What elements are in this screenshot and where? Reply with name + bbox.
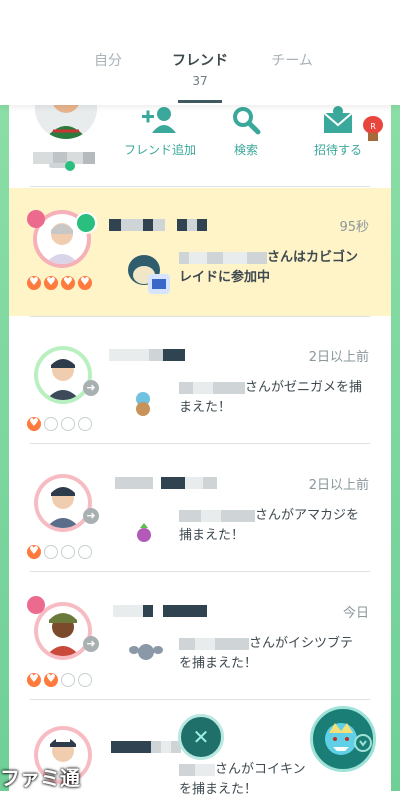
friendship-hearts <box>27 544 95 563</box>
add-friend-icon <box>142 107 176 133</box>
search-icon <box>233 107 261 135</box>
friend-toolbar: フレンド追加 検索 招待する R <box>9 95 391 185</box>
close-button[interactable]: ✕ <box>178 714 224 760</box>
friendship-hearts <box>27 672 95 691</box>
send-gift-icon[interactable]: ➜ <box>83 636 99 652</box>
snorlax-raid-icon <box>124 248 170 294</box>
active-tab-indicator <box>178 100 222 103</box>
add-friend-label: フレンド追加 <box>123 143 196 157</box>
friend-row[interactable]: ➜ 2日以上前 さんがゼニガメを捕まえた！ <box>9 318 391 446</box>
activity-message: さんがゼニガメを捕まえた！ <box>179 380 363 415</box>
last-active-time: 今日 <box>342 606 369 621</box>
divider <box>30 443 370 444</box>
divider <box>30 186 370 187</box>
squirtle-icon <box>129 390 173 434</box>
gyarados-icon <box>325 723 372 755</box>
search-button[interactable]: 検索 <box>201 105 291 158</box>
activity-message: さんがアマカジを捕まえた！ <box>179 508 360 543</box>
friendship-hearts <box>27 416 95 435</box>
watermark-logo: ファミ通 <box>0 766 80 790</box>
geodude-icon <box>129 638 173 682</box>
send-gift-icon[interactable]: ➜ <box>83 508 99 524</box>
friend-row[interactable]: ➜ 2日以上前 さんがアマカジを捕まえた！ <box>9 446 391 574</box>
right-frame <box>391 0 400 791</box>
friend-count: 37 <box>192 74 208 88</box>
friend-name <box>113 600 207 619</box>
last-active-time: 95秒 <box>339 220 369 235</box>
search-label: 検索 <box>233 143 258 157</box>
header: 自分 フレンド 37 チーム <box>0 0 400 105</box>
tab-self[interactable]: 自分 <box>58 50 158 70</box>
bounsweet-icon <box>133 522 177 566</box>
team-badge-icon <box>27 210 45 228</box>
svg-text:R: R <box>370 122 376 131</box>
tab-team[interactable]: チーム <box>242 50 342 70</box>
friend-name <box>111 736 181 755</box>
invite-mail-icon <box>323 106 353 133</box>
left-frame <box>0 0 9 791</box>
friend-name <box>109 214 207 233</box>
tab-friends[interactable]: フレンド <box>150 50 250 70</box>
friend-avatar <box>34 346 92 404</box>
friendship-hearts <box>27 275 95 294</box>
divider <box>30 571 370 572</box>
friend-name <box>115 472 217 491</box>
friend-row[interactable]: ➜ 今日 さんがイシツブテを捕まえた！ <box>9 574 391 702</box>
online-indicator <box>65 161 75 171</box>
last-active-time: 2日以上前 <box>308 478 369 493</box>
divider <box>30 316 370 317</box>
add-friend-button[interactable]: フレンド追加 <box>115 105 205 158</box>
nearby-pokemon-button[interactable] <box>310 706 376 772</box>
divider <box>30 699 370 700</box>
send-gift-icon[interactable]: ➜ <box>83 380 99 396</box>
activity-message: さんはカビゴンレイドに参加中 <box>179 250 359 285</box>
team-badge-icon <box>27 596 45 614</box>
last-active-time: 2日以上前 <box>308 350 369 365</box>
balloon-icon[interactable]: R <box>361 115 385 145</box>
friend-row[interactable]: 95秒 さんはカビゴンレイドに参加中 <box>9 188 391 316</box>
activity-message: さんがイシツブテを捕まえた！ <box>179 636 354 671</box>
online-indicator <box>75 212 97 234</box>
friend-avatar <box>34 474 92 532</box>
friend-name <box>109 344 185 363</box>
